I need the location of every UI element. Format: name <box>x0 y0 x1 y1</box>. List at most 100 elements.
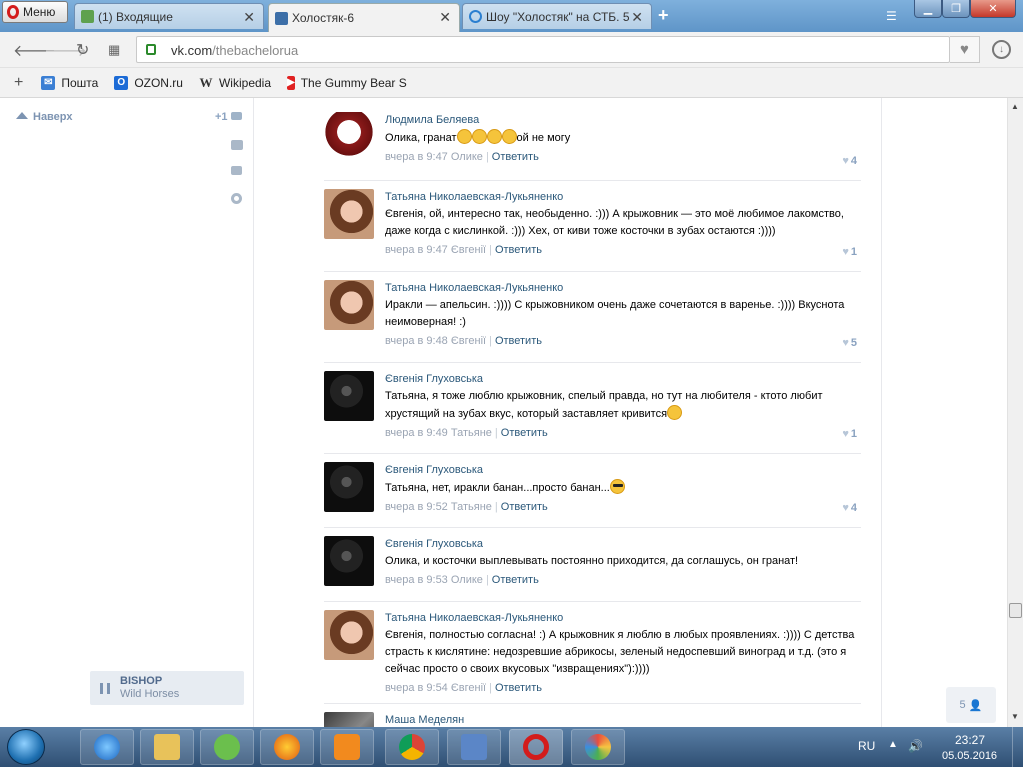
taskbar-opera[interactable] <box>509 729 563 765</box>
reply-link[interactable]: Ответить <box>495 682 542 694</box>
pause-icon[interactable] <box>100 683 110 694</box>
new-tab-icon[interactable]: + <box>658 5 669 26</box>
comment-author[interactable]: Євгенія Глуховська <box>385 538 861 553</box>
comment-time[interactable]: вчера в 9:47 <box>385 244 448 256</box>
tab-bachelor[interactable]: Холостяк-6 ✕ <box>268 3 460 32</box>
comment-time[interactable]: вчера в 9:49 <box>385 427 448 439</box>
settings-gear-icon[interactable] <box>231 193 242 204</box>
avatar[interactable] <box>324 371 374 421</box>
close-tab-icon[interactable]: ✕ <box>439 9 451 26</box>
comments-icon[interactable] <box>231 166 242 175</box>
language-indicator[interactable]: RU <box>858 739 875 753</box>
comment-time[interactable]: вчера в 9:53 <box>385 574 448 586</box>
comment-author[interactable]: Євгенія Глуховська <box>385 373 861 388</box>
scrollbar[interactable]: ▲ ▼ <box>1007 98 1023 727</box>
reply-link[interactable]: Ответить <box>501 501 548 513</box>
comment-addressee[interactable]: Олике <box>451 574 483 586</box>
maximize-button[interactable]: ❐ <box>942 0 970 18</box>
tray-expand-icon[interactable]: ▲ <box>888 739 898 750</box>
like-count: 4 <box>850 155 857 167</box>
comment-author[interactable]: Людмила Беляева <box>385 114 861 129</box>
scroll-to-top-link[interactable]: Наверх <box>16 111 73 123</box>
comment-time[interactable]: вчера в 9:47 <box>385 151 448 163</box>
comment-time[interactable]: вчера в 9:52 <box>385 501 448 513</box>
taskbar-media-player[interactable] <box>320 729 374 765</box>
reply-link[interactable]: Ответить <box>492 574 539 586</box>
heart-icon: ♥ <box>842 246 849 258</box>
bookmark-heart-icon[interactable]: ♥ <box>950 36 980 63</box>
messages-icon[interactable] <box>231 140 243 150</box>
reply-link[interactable]: Ответить <box>495 335 542 347</box>
separator: | <box>494 501 498 513</box>
tab-inbox[interactable]: (1) Входящие ✕ <box>74 3 264 29</box>
taskbar-ie[interactable] <box>80 729 134 765</box>
notifications-count[interactable]: +1 <box>215 111 242 123</box>
ie-icon <box>94 734 120 760</box>
bookmark-ozon[interactable]: O OZON.ru <box>114 75 183 90</box>
reload-icon[interactable]: ↻ <box>76 40 89 60</box>
clock-time[interactable]: 23:27 <box>955 733 985 747</box>
taskbar-paint[interactable] <box>571 729 625 765</box>
avatar[interactable] <box>324 536 374 586</box>
like-button[interactable]: ♥ 5 <box>842 337 857 349</box>
clock-date[interactable]: 05.05.2016 <box>942 750 997 762</box>
url-field[interactable]: vk.com/thebachelorua <box>136 36 950 63</box>
taskbar-explorer[interactable] <box>140 729 194 765</box>
friends-online-button[interactable]: 5 👤 <box>946 687 996 723</box>
close-tab-icon[interactable]: ✕ <box>631 9 643 26</box>
like-button[interactable]: ♥ 1 <box>842 428 857 440</box>
comment-addressee[interactable]: Татьяне <box>451 427 492 439</box>
avatar[interactable] <box>324 462 374 512</box>
comment-addressee[interactable]: Татьяне <box>451 501 492 513</box>
reply-link[interactable]: Ответить <box>495 244 542 256</box>
emoji-icon <box>456 129 472 144</box>
bookmark-poshta[interactable]: ✉ Пошта <box>41 75 98 90</box>
volume-icon[interactable]: 🔊 <box>908 739 923 753</box>
comment-addressee[interactable]: Олике <box>451 151 483 163</box>
taskbar-downloader[interactable] <box>200 729 254 765</box>
avatar[interactable] <box>324 189 374 239</box>
taskbar-network[interactable] <box>447 729 501 765</box>
start-button[interactable] <box>7 729 45 765</box>
taskbar-chrome[interactable] <box>385 729 439 765</box>
minimize-button[interactable]: ▁ <box>914 0 942 18</box>
comment-addressee[interactable]: Євгенії <box>451 682 486 694</box>
opera-menu-button[interactable]: Меню <box>2 1 68 23</box>
comment-author[interactable]: Євгенія Глуховська <box>385 464 861 479</box>
avatar[interactable] <box>324 280 374 330</box>
reply-link[interactable]: Ответить <box>492 151 539 163</box>
like-button[interactable]: ♥ 4 <box>842 155 857 167</box>
reply-link[interactable]: Ответить <box>501 427 548 439</box>
tab-stb-show[interactable]: Шоу "Холостяк" на СТБ. 5 ✕ <box>462 3 652 29</box>
comment-author[interactable]: Татьяна Николаевская-Лукьяненко <box>385 191 861 206</box>
comment-time[interactable]: вчера в 9:48 <box>385 335 448 347</box>
comment-addressee[interactable]: Євгенії <box>451 244 486 256</box>
avatar[interactable] <box>324 112 374 162</box>
bookmark-wikipedia[interactable]: W Wikipedia <box>199 75 271 90</box>
show-desktop-button[interactable] <box>1012 727 1023 767</box>
bookmark-gummy-bear[interactable]: ▶ The Gummy Bear Son <box>287 75 407 90</box>
scroll-down-icon[interactable]: ▼ <box>1011 712 1019 721</box>
taskbar-firefox[interactable] <box>260 729 314 765</box>
avatar[interactable] <box>324 610 374 660</box>
windows-taskbar: RU ▲ 🔊 23:27 05.05.2016 <box>0 727 1023 767</box>
scroll-up-icon[interactable]: ▲ <box>1011 102 1019 111</box>
comment-addressee[interactable]: Євгенії <box>451 335 486 347</box>
download-icon[interactable]: ↓ <box>992 40 1011 59</box>
close-tab-icon[interactable]: ✕ <box>243 9 255 26</box>
comment-body: Татьяна Николаевская-Лукьяненко Иракли — … <box>385 282 861 347</box>
close-window-button[interactable]: ✕ <box>970 0 1016 18</box>
audio-player[interactable]: BISHOP Wild Horses <box>90 671 244 705</box>
comment-author[interactable]: Татьяна Николаевская-Лукьяненко <box>385 282 861 297</box>
like-button[interactable]: ♥ 4 <box>842 502 857 514</box>
like-button[interactable]: ♥ 1 <box>842 246 857 258</box>
avatar[interactable] <box>324 712 374 727</box>
speed-dial-icon[interactable]: ▦ <box>108 42 120 58</box>
tab-label: Холостяк-6 <box>292 11 355 25</box>
comment-author[interactable]: Маша Меделян <box>385 714 861 727</box>
add-bookmark-icon[interactable]: + <box>14 74 23 92</box>
comment-time[interactable]: вчера в 9:54 <box>385 682 448 694</box>
scroll-thumb[interactable] <box>1009 603 1022 618</box>
tab-list-icon[interactable]: ☰ <box>886 9 897 23</box>
comment-author[interactable]: Татьяна Николаевская-Лукьяненко <box>385 612 861 627</box>
